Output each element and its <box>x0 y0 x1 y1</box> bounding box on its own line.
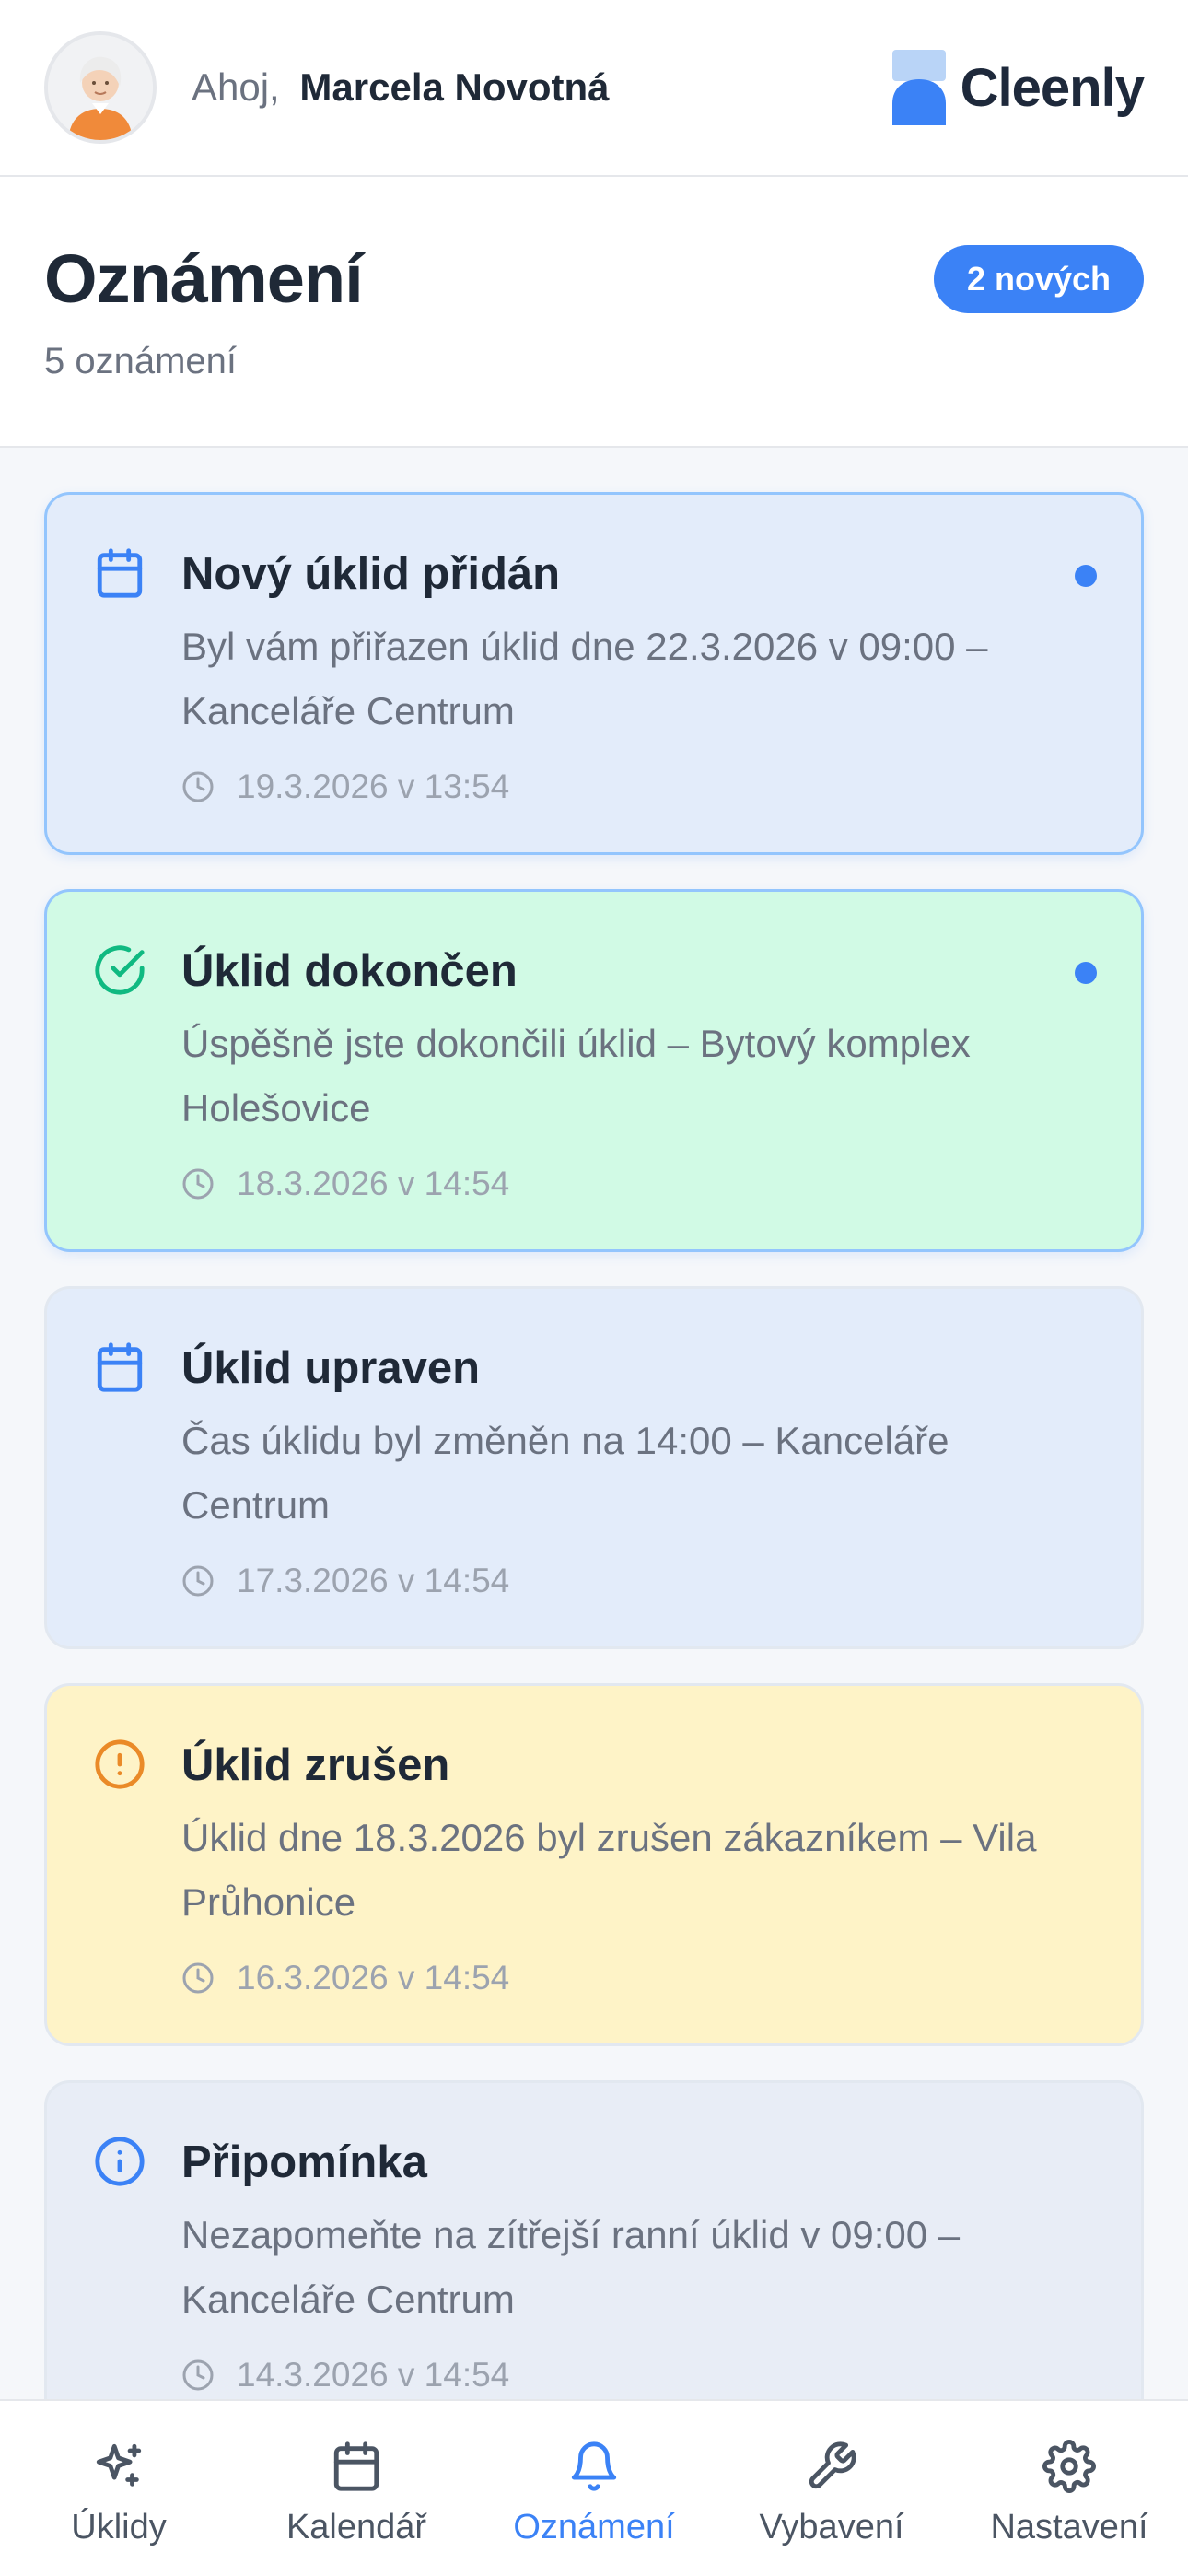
calendar-icon <box>333 2441 379 2491</box>
nav-label: Nastavení <box>990 2508 1148 2547</box>
notification-title: Úklid zrušen <box>181 1740 450 1790</box>
notification-time: 16.3.2026 v 14:54 <box>181 1959 509 1997</box>
notification-timestamp: 16.3.2026 v 14:54 <box>237 1959 510 1996</box>
nav-item-vybaveni[interactable]: Vybavení <box>713 2401 950 2576</box>
clock-icon <box>182 1168 214 1200</box>
notification-message: Úspěšně jste dokončili úklid – Bytový ko… <box>181 1022 971 1130</box>
notification-timestamp: 19.3.2026 v 13:54 <box>237 767 510 805</box>
clock-icon <box>182 2359 214 2391</box>
clock-icon <box>182 1962 214 1994</box>
notification-timestamp: 17.3.2026 v 14:54 <box>237 1562 510 1599</box>
page-heading: Oznámení 5 oznámení 2 nových <box>0 177 1188 448</box>
notification-message: Čas úklidu byl změněn na 14:00 – Kancelá… <box>181 1419 949 1527</box>
new-count-badge: 2 nových <box>933 245 1144 313</box>
app-header: Ahoj, Marcela Novotná Cleenly <box>0 0 1188 177</box>
notification-time: 17.3.2026 v 14:54 <box>181 1562 509 1600</box>
notification-title: Nový úklid přidán <box>181 549 561 599</box>
notification-card[interactable]: Úklid dokončen Úspěšně jste dokončili úk… <box>44 889 1144 1252</box>
wrench-icon <box>809 2441 856 2489</box>
alert-circle-icon <box>95 1739 145 1789</box>
notification-message: Nezapomeňte na zítřejší ranní úklid v 09… <box>181 2213 961 2321</box>
nav-label: Kalendář <box>285 2508 427 2547</box>
unread-dot <box>1075 962 1097 984</box>
notification-message: Úklid dne 18.3.2026 byl zrušen zákazníke… <box>181 1816 1037 1924</box>
bottom-nav: Úklidy Kalendář Oznámení Vybavení Nastav… <box>0 2399 1188 2576</box>
notification-card[interactable]: Úklid upraven Čas úklidu byl změněn na 1… <box>44 1286 1144 1649</box>
bell-icon <box>571 2441 617 2491</box>
nav-item-nastaveni[interactable]: Nastavení <box>950 2401 1188 2576</box>
notification-card[interactable]: Úklid zrušen Úklid dne 18.3.2026 byl zru… <box>44 1683 1144 2046</box>
clock-icon <box>182 1565 214 1597</box>
logo-icon <box>891 50 946 125</box>
brand-logo: Cleenly <box>891 50 1145 125</box>
nav-item-uklidy[interactable]: Úklidy <box>0 2401 238 2576</box>
notification-card[interactable]: Nový úklid přidán Byl vám přiřazen úklid… <box>44 492 1144 855</box>
notification-count: 5 oznámení <box>44 341 238 381</box>
notification-message: Byl vám přiřazen úklid dne 22.3.2026 v 0… <box>181 625 988 732</box>
calendar-icon <box>97 548 143 598</box>
avatar[interactable] <box>44 31 157 144</box>
notification-title: Připomínka <box>181 2137 427 2187</box>
user-name: Marcela Novotná <box>299 65 610 109</box>
notification-time: 19.3.2026 v 13:54 <box>181 767 509 806</box>
calendar-icon <box>97 1342 143 1392</box>
check-circle-icon <box>95 945 145 995</box>
page-title: Oznámení <box>44 240 364 317</box>
avatar-illustration <box>48 35 153 140</box>
greeting-text: Ahoj, <box>192 65 280 109</box>
notification-timestamp: 14.3.2026 v 14:54 <box>237 2356 510 2394</box>
nav-item-oznameni[interactable]: Oznámení <box>475 2401 713 2576</box>
nav-label: Úklidy <box>71 2508 167 2547</box>
sparkles-icon <box>96 2443 142 2487</box>
notification-timestamp: 18.3.2026 v 14:54 <box>237 1165 510 1202</box>
gear-icon <box>1042 2440 1096 2493</box>
notification-title: Úklid dokončen <box>181 946 518 996</box>
notification-time: 18.3.2026 v 14:54 <box>181 1165 509 1203</box>
brand-name: Cleenly <box>960 57 1145 118</box>
nav-label: Oznámení <box>513 2508 675 2547</box>
info-icon <box>95 2137 145 2186</box>
nav-item-kalendar[interactable]: Kalendář <box>238 2401 475 2576</box>
clock-icon <box>182 771 214 802</box>
notification-title: Úklid upraven <box>181 1343 481 1393</box>
notifications-screen: Ahoj, Marcela Novotná Cleenly Oznámení 5… <box>0 0 1188 2576</box>
nav-label: Vybavení <box>759 2508 904 2547</box>
unread-dot <box>1075 565 1097 587</box>
notification-card[interactable]: Připomínka Nezapomeňte na zítřejší ranní… <box>44 2080 1144 2443</box>
notification-time: 14.3.2026 v 14:54 <box>181 2356 509 2395</box>
greeting: Ahoj, Marcela Novotná <box>192 65 610 110</box>
